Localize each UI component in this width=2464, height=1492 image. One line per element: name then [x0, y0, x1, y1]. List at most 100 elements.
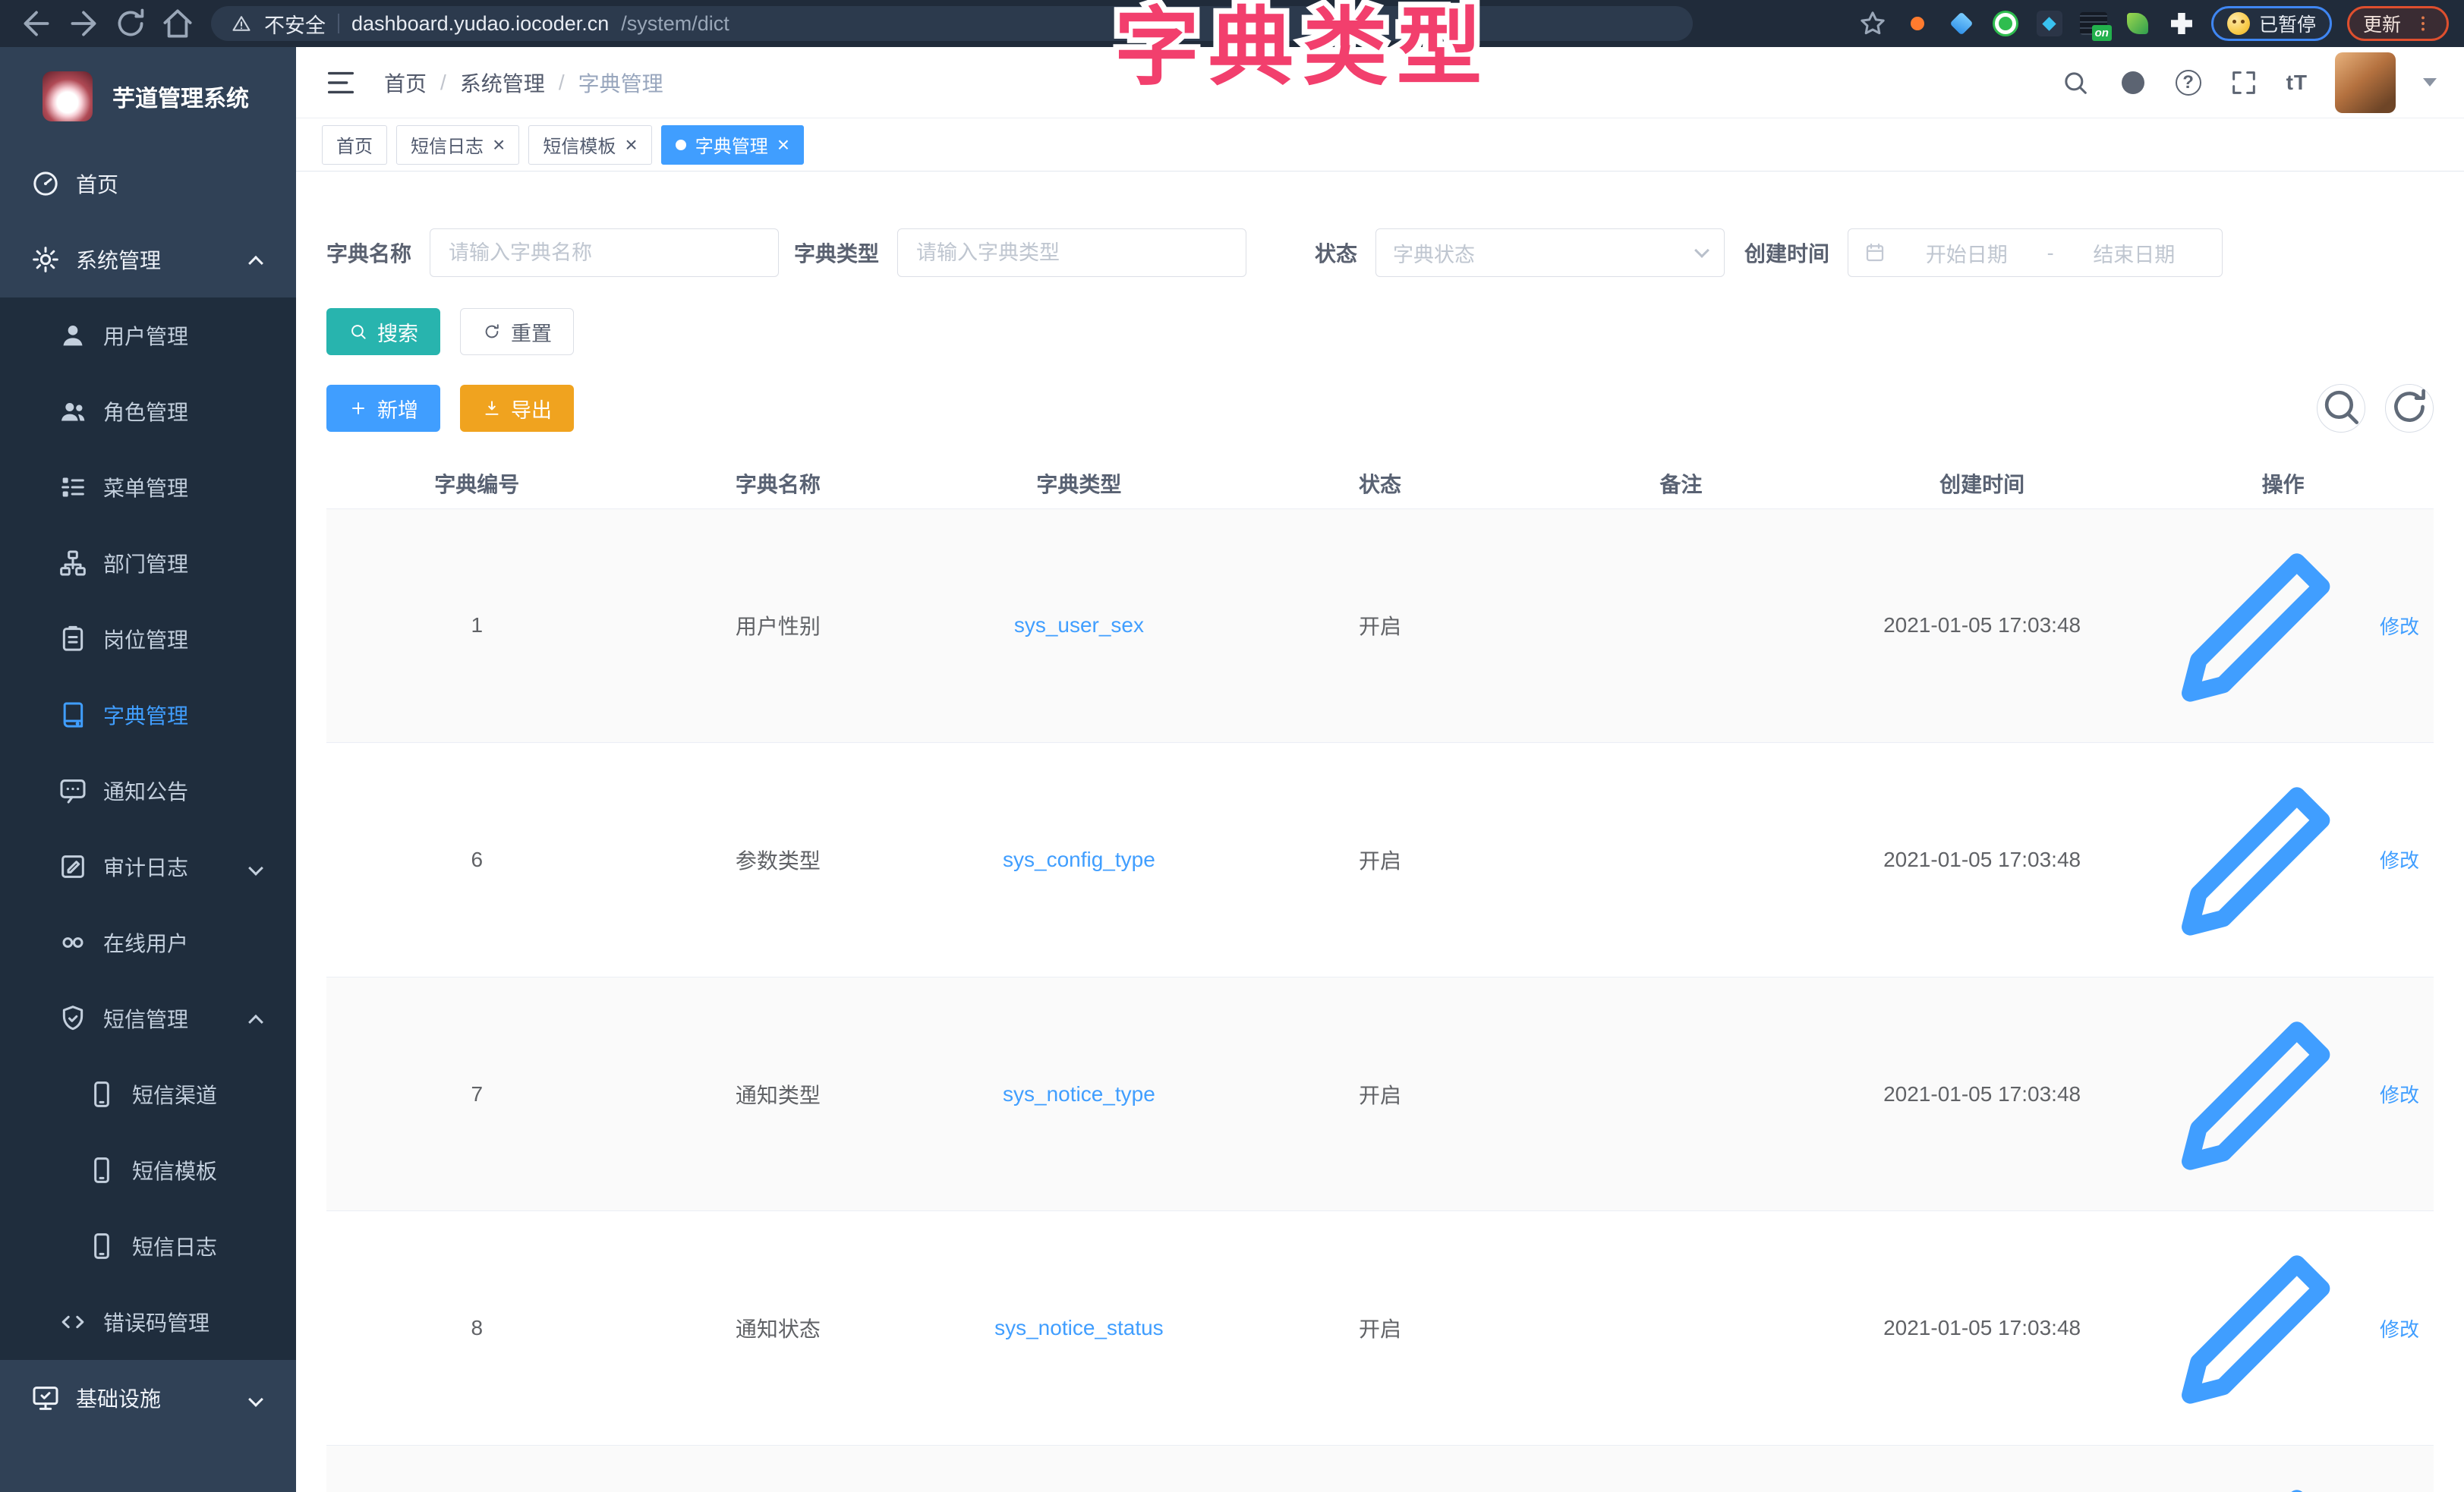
tab[interactable]: 短信日志 ×	[396, 125, 519, 165]
edit-button[interactable]: 修改	[2147, 978, 2419, 1210]
cell-status: 开启	[1230, 977, 1531, 1211]
sidebar-item[interactable]: 首页	[0, 146, 296, 222]
sidebar-item[interactable]: 通知公告	[0, 753, 296, 829]
status-select[interactable]: 字典状态	[1375, 228, 1725, 277]
sidebar-item[interactable]: 系统管理	[0, 222, 296, 297]
edit-button[interactable]: 修改	[2147, 744, 2419, 976]
sidebar-item[interactable]: 字典管理	[0, 677, 296, 753]
sidebar-item-label: 错误码管理	[103, 1307, 210, 1337]
toggle-search-button[interactable]	[2317, 384, 2365, 433]
plus-icon	[348, 398, 368, 418]
fullscreen-icon[interactable]	[2229, 68, 2259, 98]
screen: 不安全 dashboard.yudao.iocoder.cn/system/di…	[0, 0, 2464, 1492]
pencil-icon	[2147, 510, 2374, 742]
forward-icon[interactable]	[62, 5, 105, 42]
dict-type-link[interactable]: sys_config_type	[1003, 848, 1155, 871]
tab-label: 字典管理	[695, 131, 768, 158]
paused-extension-pill[interactable]: 已暂停	[2211, 6, 2332, 41]
close-icon[interactable]: ×	[625, 134, 637, 156]
export-button[interactable]: 导出	[460, 385, 574, 432]
sidebar-item[interactable]: 部门管理	[0, 525, 296, 601]
sidebar-item[interactable]: 基础设施	[0, 1360, 296, 1436]
column-header: 创建时间	[1832, 458, 2133, 508]
dict-name-input[interactable]	[430, 228, 779, 277]
sidebar-item[interactable]: 岗位管理	[0, 601, 296, 677]
cell-dict-name: 通知状态	[628, 1211, 929, 1446]
browser-menu-dots-icon[interactable]	[2413, 12, 2433, 35]
tab[interactable]: 短信模板 ×	[528, 125, 651, 165]
users-icon	[58, 396, 88, 427]
help-icon[interactable]: ?	[2176, 70, 2201, 96]
close-icon[interactable]: ×	[493, 134, 505, 156]
bookmark-star-icon[interactable]	[1857, 8, 1888, 39]
extension-on-badge-icon[interactable]: on	[2079, 9, 2108, 38]
cell-status: 开启	[1230, 1211, 1531, 1446]
sidebar-item[interactable]: 错误码管理	[0, 1284, 296, 1360]
sidebar-item[interactable]: 短信渠道	[0, 1056, 296, 1132]
sidebar-item[interactable]: 用户管理	[0, 297, 296, 373]
add-button[interactable]: 新增	[326, 385, 440, 432]
cell-actions: 修改 删除	[2132, 743, 2434, 977]
browser-update-button[interactable]: 更新	[2347, 6, 2449, 41]
dict-type-link[interactable]: sys_user_sex	[1014, 613, 1144, 637]
sidebar-item[interactable]: 在线用户	[0, 905, 296, 981]
extension-leaf-icon[interactable]	[2123, 9, 2152, 38]
sidebar-item[interactable]: 短信模板	[0, 1132, 296, 1208]
edit-button[interactable]: 修改	[2147, 1446, 2419, 1492]
table-row: 1 用户性别 sys_user_sex 开启 2021-01-05 17:03:…	[326, 508, 2434, 743]
dict-type-input[interactable]	[897, 228, 1246, 277]
reload-icon[interactable]	[109, 5, 152, 42]
back-icon[interactable]	[15, 5, 58, 42]
security-label: 不安全	[264, 9, 326, 39]
pencil-icon	[2147, 1446, 2374, 1492]
extension-green-icon[interactable]	[1991, 9, 2020, 38]
app-logo[interactable]: 芋道管理系统	[0, 47, 296, 146]
cell-dict-type: sys_notice_type	[928, 977, 1230, 1211]
edit-button[interactable]: 修改	[2147, 1212, 2419, 1444]
date-start-placeholder: 开始日期	[1894, 238, 2040, 268]
search-button[interactable]: 搜索	[326, 308, 440, 355]
sidebar-item-label: 短信渠道	[132, 1079, 217, 1110]
sidebar-item[interactable]: 角色管理	[0, 373, 296, 449]
sidebar-item[interactable]: 短信管理	[0, 981, 296, 1056]
breadcrumb-item[interactable]: 系统管理 /	[460, 68, 578, 98]
reset-button[interactable]: 重置	[460, 308, 574, 355]
warning-icon	[231, 13, 252, 34]
user-avatar[interactable]	[2335, 52, 2396, 113]
breadcrumb: 首页 / 系统管理 / 字典管理	[384, 68, 663, 98]
dict-type-link[interactable]: sys_notice_status	[994, 1316, 1164, 1339]
status-select-placeholder: 字典状态	[1393, 238, 1475, 268]
download-icon	[482, 398, 502, 418]
sidebar-item-label: 短信日志	[132, 1231, 217, 1261]
dict-type-link[interactable]: sys_notice_type	[1003, 1082, 1155, 1106]
sidebar-item[interactable]: 审计日志	[0, 829, 296, 905]
page-content: 字典名称 字典类型 状态 字典状态 创建时间	[296, 172, 2464, 1492]
home-icon[interactable]	[156, 5, 199, 42]
sidebar-item[interactable]: 短信日志	[0, 1208, 296, 1284]
cell-actions: 修改 删除	[2132, 508, 2434, 743]
extension-orange-icon[interactable]	[1903, 9, 1932, 38]
url-bar[interactable]: 不安全 dashboard.yudao.iocoder.cn/system/di…	[211, 6, 1693, 41]
close-icon[interactable]: ×	[777, 134, 789, 156]
extension-puzzle-icon[interactable]	[2167, 9, 2196, 38]
font-size-icon[interactable]: tT	[2286, 71, 2308, 95]
app-title: 芋道管理系统	[112, 80, 249, 113]
extension-diamond-icon[interactable]	[2035, 9, 2064, 38]
logo-avatar	[43, 71, 93, 121]
tab[interactable]: 字典管理 ×	[661, 125, 804, 165]
date-range-picker[interactable]: 开始日期 - 结束日期	[1848, 228, 2223, 277]
github-icon[interactable]	[2118, 68, 2148, 98]
edit-button[interactable]: 修改	[2147, 510, 2419, 742]
breadcrumb-item[interactable]: 字典管理	[578, 68, 663, 98]
update-label: 更新	[2363, 10, 2401, 37]
sidebar-toggle-icon[interactable]	[323, 65, 358, 100]
refresh-table-button[interactable]	[2385, 384, 2434, 433]
breadcrumb-item[interactable]: 首页 /	[384, 68, 460, 98]
sidebar-item[interactable]: 菜单管理	[0, 449, 296, 525]
extension-gem-icon[interactable]	[1947, 9, 1976, 38]
tab[interactable]: 首页 ×	[322, 125, 387, 165]
status-label: 状态	[1315, 238, 1357, 268]
avatar-caret-icon[interactable]	[2423, 78, 2437, 87]
online-icon	[58, 927, 88, 958]
search-icon[interactable]	[2060, 68, 2091, 98]
